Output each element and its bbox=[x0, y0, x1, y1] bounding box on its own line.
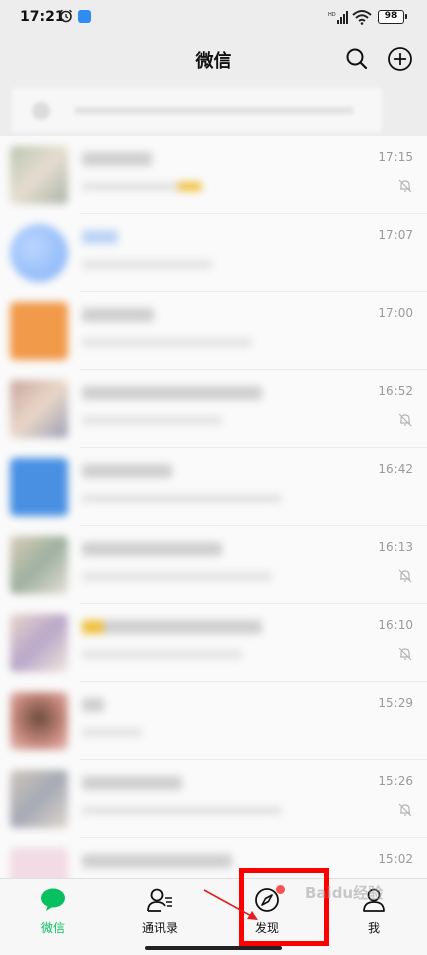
chat-message bbox=[82, 182, 202, 191]
chat-item[interactable]: 15:02 bbox=[0, 838, 427, 878]
chat-time: 17:15 bbox=[378, 150, 413, 164]
status-bar: 17:21 HD 98 bbox=[0, 0, 427, 36]
chat-name bbox=[82, 230, 118, 244]
contacts-icon bbox=[147, 888, 172, 912]
chat-name bbox=[82, 854, 232, 868]
search-bar-placeholder bbox=[74, 107, 354, 114]
tab-label-me: 我 bbox=[367, 921, 380, 935]
chat-name bbox=[82, 152, 152, 166]
chat-message bbox=[82, 806, 282, 815]
avatar bbox=[10, 458, 68, 516]
avatar bbox=[10, 692, 68, 750]
chat-message bbox=[82, 650, 242, 659]
mute-bell-icon bbox=[398, 569, 412, 583]
avatar bbox=[10, 224, 68, 282]
avatar bbox=[10, 536, 68, 594]
chat-message bbox=[82, 260, 212, 269]
chat-item[interactable]: 17:15 bbox=[0, 136, 427, 214]
tab-chats[interactable]: 微信 bbox=[0, 879, 106, 943]
chat-name bbox=[82, 386, 262, 400]
status-time: 17:21 bbox=[20, 9, 65, 25]
chat-item[interactable]: 16:13 bbox=[0, 526, 427, 604]
chat-name bbox=[82, 698, 104, 712]
mute-bell-icon bbox=[398, 179, 412, 193]
highlight-box bbox=[239, 868, 329, 946]
chat-name bbox=[82, 620, 262, 634]
avatar bbox=[10, 770, 68, 828]
chat-message bbox=[82, 338, 252, 347]
avatar bbox=[10, 380, 68, 438]
chat-list[interactable]: 17:15 17:07 17:00 16:52 16:42 16:13 16:1… bbox=[0, 136, 427, 878]
chat-message bbox=[82, 572, 272, 581]
chat-item[interactable]: 15:29 bbox=[0, 682, 427, 760]
chat-message bbox=[82, 728, 142, 737]
chat-time: 15:02 bbox=[378, 852, 413, 866]
chat-bubble-icon bbox=[41, 888, 65, 911]
chat-item[interactable]: 16:42 bbox=[0, 448, 427, 526]
app-notification-icon bbox=[78, 10, 91, 23]
chat-message bbox=[82, 416, 222, 425]
search-bar-icon bbox=[32, 102, 50, 120]
tab-label-contacts: 通讯录 bbox=[141, 921, 178, 935]
home-indicator[interactable] bbox=[145, 946, 282, 950]
chat-item[interactable]: 16:52 bbox=[0, 370, 427, 448]
wifi-icon bbox=[352, 10, 372, 25]
chat-time: 17:07 bbox=[378, 228, 413, 242]
add-icon[interactable] bbox=[386, 45, 414, 73]
chat-time: 15:26 bbox=[378, 774, 413, 788]
avatar bbox=[10, 146, 68, 204]
chat-time: 16:42 bbox=[378, 462, 413, 476]
avatar bbox=[10, 614, 68, 672]
chat-time: 15:29 bbox=[378, 696, 413, 710]
tab-contacts[interactable]: 通讯录 bbox=[107, 879, 213, 943]
chat-message bbox=[82, 494, 282, 503]
chat-time: 16:52 bbox=[378, 384, 413, 398]
chat-item[interactable]: 17:00 bbox=[0, 292, 427, 370]
chat-item[interactable]: 17:07 bbox=[0, 214, 427, 292]
chat-item[interactable]: 16:10 bbox=[0, 604, 427, 682]
battery-icon: 98 bbox=[378, 10, 407, 24]
mute-bell-icon bbox=[398, 647, 412, 661]
chat-time: 17:00 bbox=[378, 306, 413, 320]
avatar bbox=[10, 848, 68, 878]
avatar bbox=[10, 302, 68, 360]
mute-bell-icon bbox=[398, 413, 412, 427]
chat-time: 16:13 bbox=[378, 540, 413, 554]
chat-name bbox=[82, 776, 182, 790]
mute-bell-icon bbox=[398, 803, 412, 817]
battery-level: 98 bbox=[384, 11, 398, 21]
header: 微信 bbox=[0, 36, 427, 82]
signal-icon: HD bbox=[328, 11, 348, 24]
chat-name bbox=[82, 464, 172, 478]
chat-name bbox=[82, 542, 222, 556]
search-bar[interactable] bbox=[12, 88, 382, 132]
chat-time: 16:10 bbox=[378, 618, 413, 632]
alarm-icon bbox=[59, 9, 73, 23]
tab-label-chats: 微信 bbox=[40, 921, 65, 935]
chat-name bbox=[82, 308, 154, 322]
svg-text:HD: HD bbox=[328, 12, 336, 18]
search-icon[interactable] bbox=[344, 46, 370, 72]
watermark: Baidu经验 bbox=[305, 884, 384, 902]
chat-item[interactable]: 15:26 bbox=[0, 760, 427, 838]
